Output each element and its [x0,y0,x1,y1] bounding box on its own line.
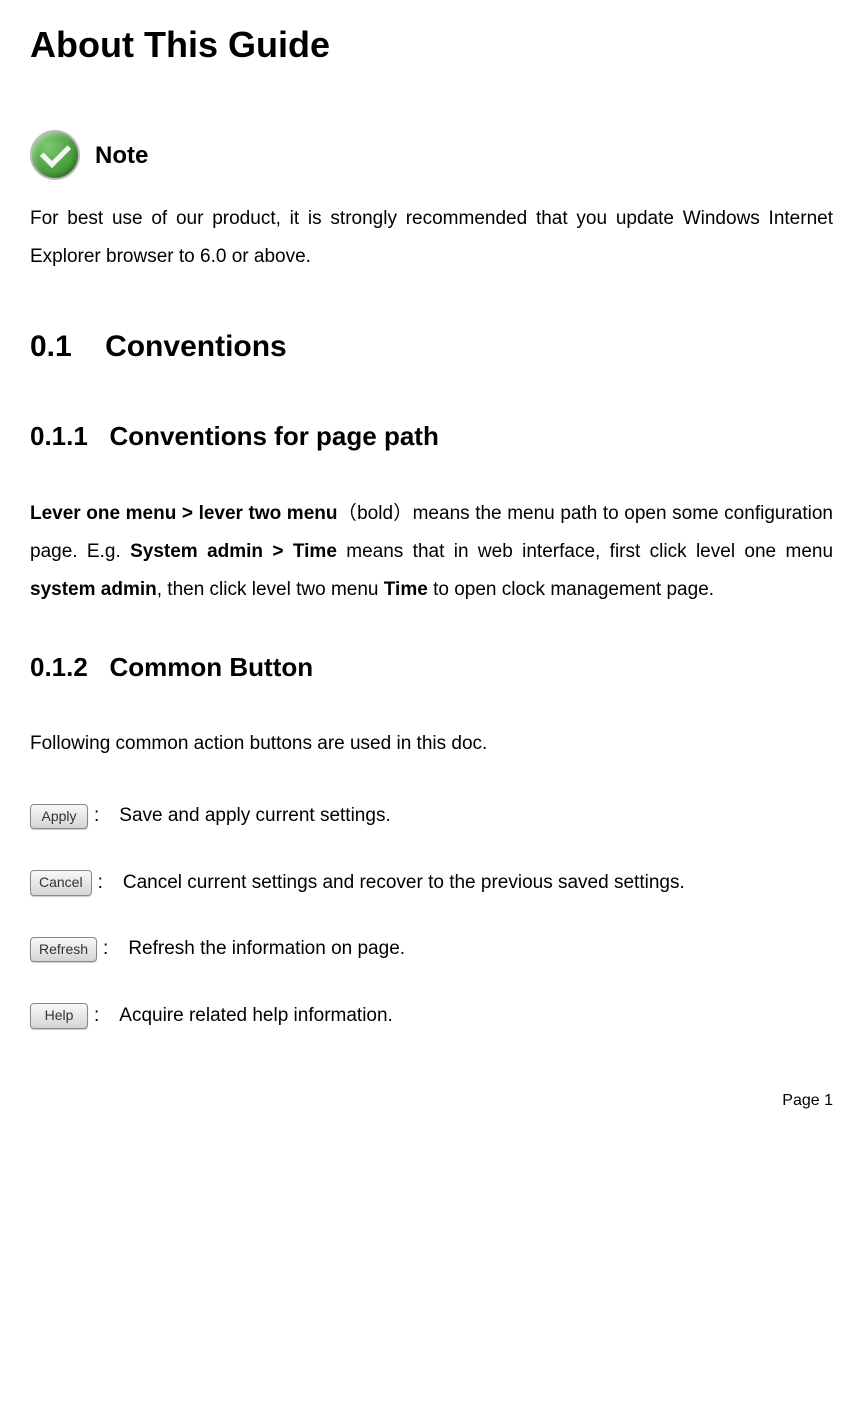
section-number: 0.1 [30,330,72,363]
section-title: Conventions for page path [110,421,439,451]
cancel-button: Cancel [30,870,92,896]
section-011-heading: 0.1.1 Conventions for page path [30,418,833,454]
note-text: For best use of our product, it is stron… [30,200,833,276]
apply-desc: Save and apply current settings. [119,803,390,830]
section-title: Conventions [105,330,287,363]
refresh-desc: Refresh the information on page. [128,936,405,963]
section-title: Common Button [110,652,314,682]
conventions-paragraph: Lever one menu > lever two menu（bold）mea… [30,495,833,609]
section-012-heading: 0.1.2 Common Button [30,649,833,685]
refresh-button-item: Refresh : Refresh the information on pag… [30,936,833,963]
help-button: Help [30,1003,88,1029]
page-title: About This Guide [30,20,833,70]
note-header: Note [30,130,833,180]
apply-button-item: Apply : Save and apply current settings. [30,803,833,830]
cancel-desc: Cancel current settings and recover to t… [123,870,685,897]
check-icon [30,130,80,180]
help-button-item: Help : Acquire related help information. [30,1003,833,1030]
section-01-heading: 0.1 Conventions [30,326,833,368]
section-number: 0.1.1 [30,421,88,451]
refresh-button: Refresh [30,937,97,963]
system-admin-bold: system admin [30,579,157,600]
cancel-button-item: Cancel : Cancel current settings and rec… [30,870,833,897]
apply-button: Apply [30,804,88,830]
time-bold: Time [384,579,428,600]
menu-path-bold: Lever one menu > lever two menu [30,503,337,524]
help-desc: Acquire related help information. [119,1003,393,1030]
page-number: 1 [824,1092,833,1109]
page-footer: Page 1 [30,1090,833,1112]
button-list: Apply : Save and apply current settings.… [30,803,833,1029]
page-label: Page [782,1092,819,1109]
section-number: 0.1.2 [30,652,88,682]
common-button-intro: Following common action buttons are used… [30,725,833,763]
example-path-bold: System admin > Time [130,541,337,562]
note-label: Note [95,139,148,173]
